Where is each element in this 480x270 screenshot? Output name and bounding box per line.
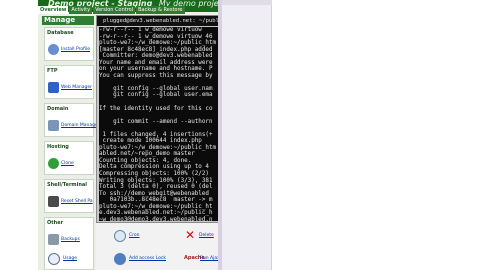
terminal-line: 0a7103b..8c48ec8 master -> m (99, 197, 213, 204)
lock-icon (114, 253, 126, 265)
manage-sidebar: Manage Database Install Profile FTP Web … (38, 14, 100, 270)
terminal-line: pluto-we7:~/w_demowe:~/public_htm (99, 40, 217, 47)
tab-bar: Overview Activity Version Control Backup & … (38, 6, 222, 14)
delete-icon: ✕ (184, 228, 196, 242)
cron-label: Cron (129, 233, 140, 238)
section-ftp: FTP Web Manager (44, 65, 94, 99)
desktop-area (272, 0, 480, 270)
database-icon (48, 44, 59, 55)
ftp-icon (48, 82, 59, 93)
backup-icon (48, 234, 59, 245)
domain-icon (48, 120, 59, 131)
terminal-line: create mode 100644 index.php (99, 138, 202, 145)
section-shell: Shell/Terminal Reset Shell Pa (44, 179, 94, 213)
domain-manager-link[interactable]: Domain Manager (48, 120, 100, 132)
apache-icon: Apache (184, 255, 205, 261)
item-label: Install Profile (61, 47, 90, 52)
terminal-line: If the identity used for this co (99, 105, 213, 112)
terminal-line: git commit --amend --authorn (99, 118, 213, 125)
recycle-icon (48, 158, 59, 169)
clock-icon (114, 230, 126, 242)
terminal-line: ~w_demo3@demo3.dev3.webenabled.n (99, 216, 213, 221)
section-title: Other (47, 220, 64, 226)
web-manager-link[interactable]: Web Manager (48, 82, 94, 94)
item-label: Clone (61, 161, 74, 166)
terminal-line: on your username and hostname. P (99, 66, 213, 73)
terminal-output[interactable]: -rw-r--r-- 1 w_demowe virtuow -rw-r--r-- … (99, 27, 219, 221)
section-title: Shell/Terminal (47, 182, 87, 188)
run-ajax-label: Run Ajax (200, 256, 220, 261)
background-window-titlebar (222, 0, 272, 5)
usage-icon (48, 253, 60, 265)
terminal-line: Compressing objects: 100% (2/2) (99, 171, 209, 178)
terminal-line: Total 3 (delta 0), reused 0 (del (99, 184, 213, 191)
item-label: Backups (61, 237, 80, 242)
background-window (222, 0, 272, 270)
section-title: FTP (47, 68, 58, 74)
item-label: Reset Shell Pa (61, 199, 93, 204)
tab-version-control[interactable]: Version Control (93, 6, 136, 14)
tab-activity[interactable]: Activity (69, 6, 93, 14)
reset-shell-link[interactable]: Reset Shell Pa (48, 196, 94, 208)
section-database: Database Install Profile (44, 27, 94, 61)
delete-label: Delete (199, 233, 214, 238)
item-label: Domain Manager (61, 123, 100, 128)
access-lock-label: Add access Lock (129, 256, 166, 261)
screen: Demo project - Staging My demo projects … (0, 0, 480, 270)
tab-overview[interactable]: Overview (38, 6, 69, 14)
terminal-line: e.dev3.webenabled.net:~/public_h (99, 210, 213, 217)
terminal-line: You can suppress this message by (99, 72, 213, 79)
section-title: Domain (47, 106, 69, 112)
section-hosting: Hosting Clone (44, 141, 94, 175)
item-label: Web Manager (61, 85, 92, 90)
terminal-line: -rw-r--r-- 1 w_demowe virtuow (99, 27, 202, 33)
manage-heading: Manage (42, 16, 94, 25)
install-profile-link[interactable]: Install Profile (48, 44, 94, 56)
terminal-icon (48, 196, 59, 207)
terminal-title: plugged@dev3.webenabled.net: ~/public_ht… (97, 16, 221, 26)
section-domain: Domain Domain Manager (44, 103, 100, 137)
clone-link[interactable]: Clone (48, 158, 94, 170)
terminal-line: Committer: demo@dev3.webenabled (99, 53, 213, 60)
section-title: Database (47, 30, 74, 36)
section-title: Hosting (47, 144, 69, 150)
terminal-line: git config --global user.ema (99, 92, 213, 99)
usage-label: Usage (63, 256, 78, 261)
tab-backup-restore[interactable]: Backup & Restore (136, 6, 185, 14)
terminal-window[interactable]: plugged@dev3.webenabled.net: ~/public_ht… (96, 15, 222, 223)
backups-link[interactable]: Backups (48, 234, 94, 246)
